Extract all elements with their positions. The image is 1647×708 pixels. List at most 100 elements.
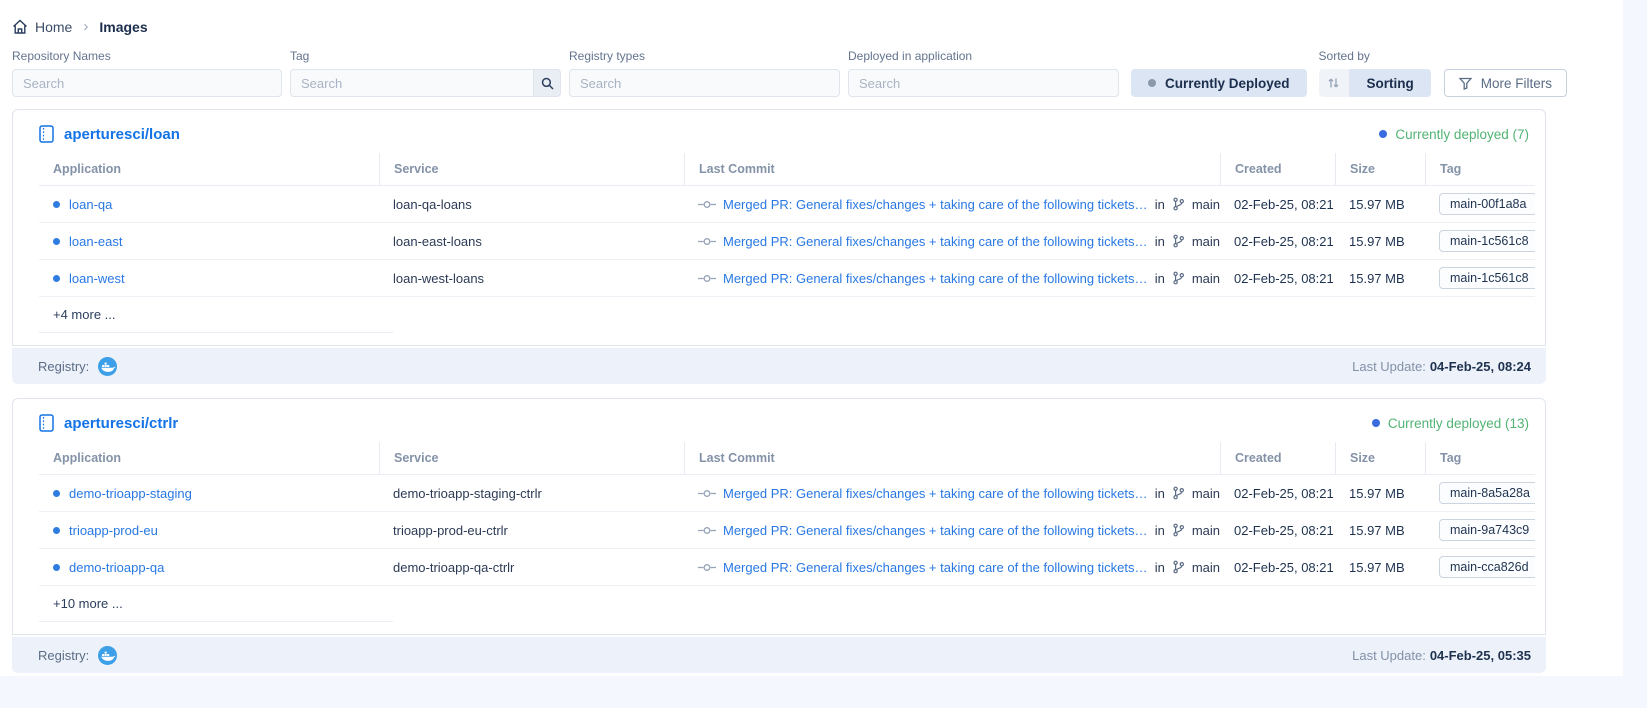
card-footer: Registry: Last Update:04 <box>12 637 1546 673</box>
git-commit-icon <box>698 526 716 535</box>
size-value: 15.97 MB <box>1335 271 1425 286</box>
status-dot-icon <box>1379 130 1387 138</box>
breadcrumb-home-link[interactable]: Home <box>12 19 72 35</box>
service-name: trioapp-prod-eu-ctrlr <box>379 523 684 538</box>
registry-label: Registry: <box>38 359 89 374</box>
col-header-tag: Tag <box>1425 153 1535 185</box>
last-commit-cell: Merged PR: General fixes/changes + takin… <box>684 523 1220 538</box>
tag-search-button[interactable] <box>533 69 561 97</box>
card-header: aperturesci/loan Currently deployed (7) <box>13 110 1545 153</box>
branch-name: main <box>1192 486 1220 501</box>
commit-message-link[interactable]: Merged PR: General fixes/changes + takin… <box>723 523 1148 538</box>
git-branch-icon <box>1172 271 1185 285</box>
tag-label: Tag <box>290 49 561 63</box>
sorting-control[interactable]: Sorting <box>1319 69 1431 97</box>
branch-name: main <box>1192 234 1220 249</box>
registry-types-label: Registry types <box>569 49 840 63</box>
table-row: loan-east loan-east-loans Merged PR: Gen… <box>39 223 1535 260</box>
breadcrumb-home-label: Home <box>35 19 72 35</box>
docker-registry-icon <box>98 646 117 665</box>
deployed-in-application-label: Deployed in application <box>848 49 1119 63</box>
tag-badge: main-00f1a8a <box>1439 193 1535 215</box>
created-value: 02-Feb-25, 08:21 <box>1220 234 1335 249</box>
col-header-service: Service <box>379 153 684 185</box>
col-header-size: Size <box>1335 153 1425 185</box>
in-label: in <box>1155 197 1165 212</box>
show-more-row[interactable]: +4 more ... <box>39 297 393 333</box>
docker-registry-icon <box>98 357 117 376</box>
last-commit-cell: Merged PR: General fixes/changes + takin… <box>684 560 1220 575</box>
last-update-label: Last Update: <box>1352 648 1426 663</box>
col-header-last-commit: Last Commit <box>684 153 1220 185</box>
application-dot-icon <box>53 490 60 497</box>
application-link[interactable]: demo-trioapp-staging <box>69 486 192 501</box>
repository-name-link[interactable]: aperturesci/loan <box>64 126 180 143</box>
sorted-by-group: Sorted by Sorting <box>1319 49 1431 97</box>
col-header-created: Created <box>1220 153 1335 185</box>
currently-deployed-label: Currently Deployed <box>1165 76 1290 91</box>
status-dot-icon <box>1372 419 1380 427</box>
tag-badge: main-8a5a28a <box>1439 482 1535 504</box>
currently-deployed-toggle[interactable]: Currently Deployed <box>1131 69 1307 97</box>
application-link[interactable]: loan-qa <box>69 197 112 212</box>
last-commit-cell: Merged PR: General fixes/changes + takin… <box>684 486 1220 501</box>
created-value: 02-Feb-25, 08:21 <box>1220 486 1335 501</box>
size-value: 15.97 MB <box>1335 560 1425 575</box>
application-dot-icon <box>53 527 60 534</box>
git-branch-icon <box>1172 197 1185 211</box>
registry-label: Registry: <box>38 648 89 663</box>
git-commit-icon <box>698 200 716 209</box>
commit-message-link[interactable]: Merged PR: General fixes/changes + takin… <box>723 197 1148 212</box>
application-dot-icon <box>53 564 60 571</box>
branch-name: main <box>1192 523 1220 538</box>
col-header-last-commit: Last Commit <box>684 442 1220 474</box>
more-filters-label: More Filters <box>1481 76 1552 91</box>
application-dot-icon <box>53 275 60 282</box>
application-link[interactable]: loan-east <box>69 234 122 249</box>
size-value: 15.97 MB <box>1335 197 1425 212</box>
repository-cards: aperturesci/loan Currently deployed (7) … <box>0 97 1623 673</box>
branch-name: main <box>1192 197 1220 212</box>
branch-name: main <box>1192 271 1220 286</box>
application-link[interactable]: trioapp-prod-eu <box>69 523 158 538</box>
table-row: trioapp-prod-eu trioapp-prod-eu-ctrlr Me… <box>39 512 1535 549</box>
toggle-dot-icon <box>1148 79 1156 87</box>
size-value: 15.97 MB <box>1335 486 1425 501</box>
application-link[interactable]: demo-trioapp-qa <box>69 560 164 575</box>
col-header-created: Created <box>1220 442 1335 474</box>
application-dot-icon <box>53 238 60 245</box>
deployed-status: Currently deployed (7) <box>1379 127 1529 142</box>
chevron-right-icon: › <box>83 18 88 35</box>
repository-name-link[interactable]: aperturesci/ctrlr <box>64 415 178 432</box>
filter-repository-names: Repository Names <box>12 49 282 97</box>
deployed-status-label: Currently deployed (13) <box>1388 416 1529 431</box>
col-header-application: Application <box>39 153 379 185</box>
col-header-service: Service <box>379 442 684 474</box>
commit-message-link[interactable]: Merged PR: General fixes/changes + takin… <box>723 560 1148 575</box>
table-body: demo-trioapp-staging demo-trioapp-stagin… <box>39 475 1535 586</box>
show-more-row[interactable]: +10 more ... <box>39 586 393 622</box>
registry-types-input[interactable] <box>569 69 840 97</box>
repository-names-input[interactable] <box>12 69 282 97</box>
commit-message-link[interactable]: Merged PR: General fixes/changes + takin… <box>723 486 1148 501</box>
tag-badge: main-1c561c8 <box>1439 230 1535 252</box>
application-link[interactable]: loan-west <box>69 271 125 286</box>
more-filters-button[interactable]: More Filters <box>1444 69 1567 97</box>
tag-input[interactable] <box>290 69 533 97</box>
repository-card: aperturesci/ctrlr Currently deployed (13… <box>12 398 1546 673</box>
commit-message-link[interactable]: Merged PR: General fixes/changes + takin… <box>723 234 1148 249</box>
branch-name: main <box>1192 560 1220 575</box>
git-commit-icon <box>698 237 716 246</box>
deployed-in-application-input[interactable] <box>848 69 1119 97</box>
commit-message-link[interactable]: Merged PR: General fixes/changes + takin… <box>723 271 1148 286</box>
git-branch-icon <box>1172 560 1185 574</box>
sort-direction-icon <box>1319 69 1350 97</box>
tag-badge: main-cca826d <box>1439 556 1535 578</box>
table-row: loan-west loan-west-loans Merged PR: Gen… <box>39 260 1535 297</box>
tag-badge: main-1c561c8 <box>1439 267 1535 289</box>
registry-info: Registry: <box>38 357 117 376</box>
size-value: 15.97 MB <box>1335 523 1425 538</box>
created-value: 02-Feb-25, 08:21 <box>1220 523 1335 538</box>
in-label: in <box>1155 234 1165 249</box>
card-footer: Registry: Last Update:04 <box>12 348 1546 384</box>
